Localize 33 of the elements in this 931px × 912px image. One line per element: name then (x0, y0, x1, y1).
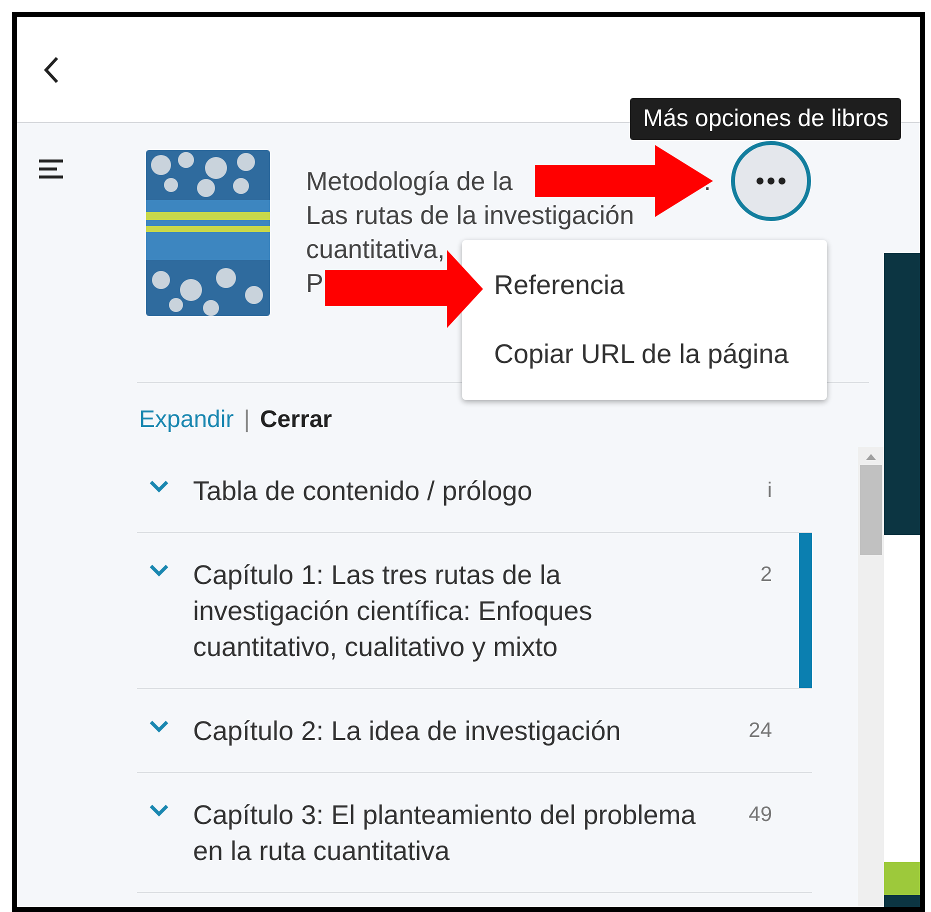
chapter-item[interactable]: Capítulo 3: El planteamiento del problema en la ruta cuantitativa 49 (137, 773, 812, 893)
page-number: 49 (748, 803, 772, 827)
scroll-up-icon[interactable] (865, 453, 877, 461)
page-number: 24 (748, 719, 772, 743)
back-icon[interactable] (43, 56, 59, 84)
menu-item[interactable]: Copiar URL de la página (494, 339, 827, 370)
link-separator: | (244, 406, 250, 434)
chevron-down-icon[interactable] (149, 719, 169, 733)
book-title-text: Metodología de la (306, 165, 513, 198)
chevron-down-icon[interactable] (149, 803, 169, 817)
book-title-text: . (704, 165, 711, 198)
chapter-item[interactable]: Capítulo 2: La idea de investigación 24 (137, 689, 812, 773)
chevron-down-icon[interactable] (149, 479, 169, 493)
tooltip: Más opciones de libros (630, 98, 902, 140)
chapter-item[interactable]: Capítulo 1: Las tres rutas de la investigación científica: Enfoques cuantitativo, cualitativo y mixto 2 (137, 533, 812, 689)
chapter-title: Capítulo 3: El planteamiento del problema en la ruta cuantitativa (193, 799, 697, 868)
page-number: i (766, 479, 772, 503)
scroll-thumb[interactable] (860, 465, 882, 555)
menu-item[interactable]: Referencia (494, 270, 827, 301)
chapter-item[interactable]: Tabla de contenido / prólogo i (137, 449, 812, 533)
chapter-title: Capítulo 1: Las tres rutas de la investigación científica: Enfoques cuantitativo, cualitativo y mixto (193, 559, 594, 664)
expand-link[interactable]: Expandir (139, 406, 234, 434)
chapter-title: Capítulo 2: La idea de investigación (193, 715, 622, 748)
collapse-link[interactable]: Cerrar (260, 406, 332, 434)
chapter-title: Tabla de contenido / prólogo (193, 475, 534, 508)
book-title-text: Las rutas de la investigación (306, 199, 634, 232)
book-title-text: P (306, 267, 324, 300)
page-number: 2 (759, 563, 772, 587)
scrollbar[interactable] (858, 447, 884, 907)
more-icon (756, 177, 786, 185)
menu-icon[interactable] (39, 159, 65, 179)
chevron-down-icon[interactable] (149, 563, 169, 577)
book-title-text: cuantitativa, (306, 233, 445, 266)
